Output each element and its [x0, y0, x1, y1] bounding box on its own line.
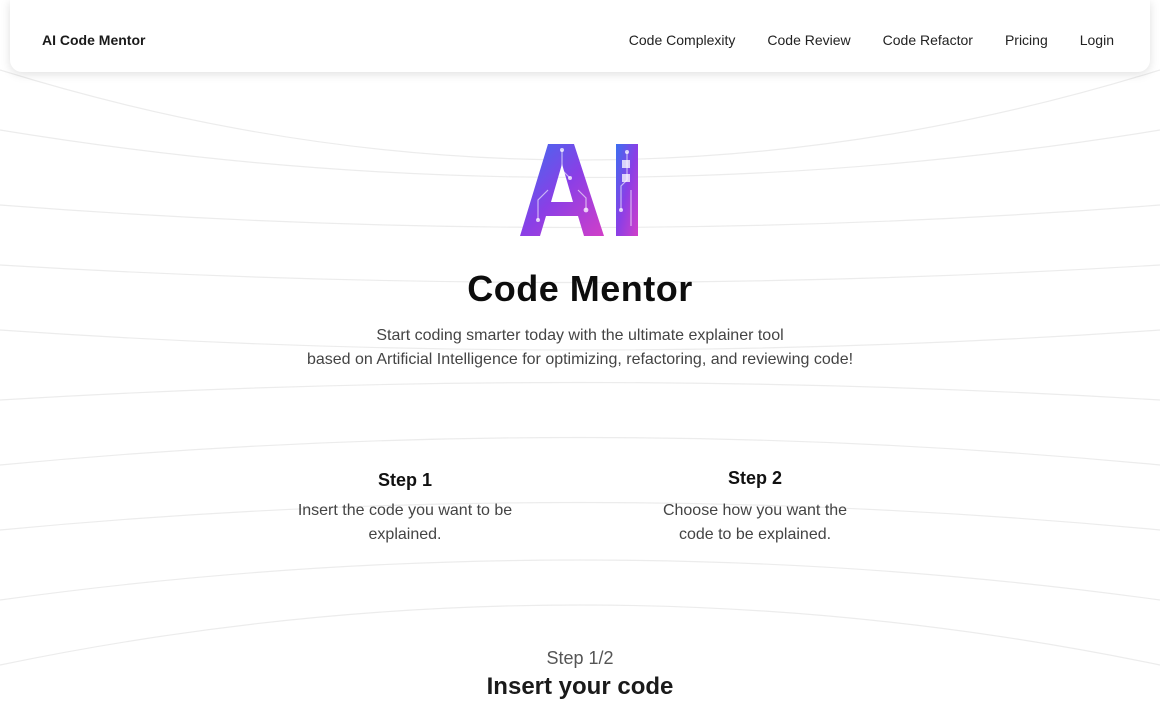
step-1-card: Step 1 Insert the code you want to be ex… [290, 470, 520, 547]
step-1-title: Step 1 [377, 470, 433, 490]
hero-subtitle: Start coding smarter today with the ulti… [0, 324, 1160, 372]
step-1-desc-line-2: explained. [368, 526, 442, 543]
nav-link-code-refactor[interactable]: Code Refactor [883, 32, 973, 48]
step-2-desc-line-2: code to be explained. [678, 526, 832, 543]
step-2-card: Step 2 Choose how you want the code to b… [655, 468, 855, 547]
brand-link[interactable]: AI Code Mentor [42, 32, 145, 48]
step-1-desc-line-1: Insert the code you want to be [297, 502, 513, 519]
step-2-description: Choose how you want the code to be expla… [655, 499, 855, 547]
nav-link-pricing[interactable]: Pricing [1005, 32, 1048, 48]
top-navbar: AI Code Mentor Code Complexity Code Revi… [10, 0, 1150, 72]
ai-logo-icon [520, 144, 638, 236]
step-progress-section: Step 1/2 Insert your code [0, 648, 1160, 701]
step-counter: Step 1/2 [546, 648, 614, 668]
subtitle-line-1: Start coding smarter today with the ulti… [376, 327, 784, 344]
nav-link-code-complexity[interactable]: Code Complexity [629, 32, 736, 48]
step-1-description: Insert the code you want to be explained… [290, 499, 520, 547]
page-title: Code Mentor [467, 268, 693, 309]
step-2-desc-line-1: Choose how you want the [662, 502, 848, 519]
step-heading: Insert your code [486, 673, 674, 700]
step-2-title: Step 2 [727, 468, 783, 488]
subtitle-line-2: based on Artificial Intelligence for opt… [306, 351, 854, 368]
nav-link-login[interactable]: Login [1080, 32, 1114, 48]
nav-link-code-review[interactable]: Code Review [767, 32, 850, 48]
hero-section: Code Mentor Start coding smarter today w… [0, 140, 1160, 372]
nav-links: Code Complexity Code Review Code Refacto… [629, 32, 1114, 48]
